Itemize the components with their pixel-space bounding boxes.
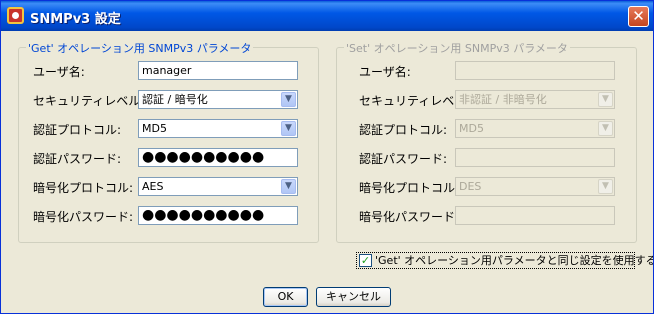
get-security-level-label: セキュリティレベル: (33, 94, 145, 108)
get-priv-protocol-select[interactable]: AES ▼ (138, 177, 298, 196)
set-username-input (455, 61, 615, 80)
set-auth-protocol-label: 認証プロトコル: (359, 123, 448, 137)
get-priv-protocol-value: AES (142, 180, 164, 193)
dropdown-arrow-icon: ▼ (598, 121, 613, 136)
get-auth-protocol-label: 認証プロトコル: (33, 123, 122, 137)
set-auth-protocol-select: MD5 ▼ (455, 119, 615, 138)
get-group-legend: 'Get' オペレーション用 SNMPv3 パラメータ (26, 40, 254, 56)
dropdown-arrow-icon: ▼ (598, 92, 613, 107)
snmpv3-settings-dialog: SNMPv3 設定 ✕ 'Get' オペレーション用 SNMPv3 パラメータ … (0, 0, 654, 314)
set-priv-password-label: 暗号化パスワード: (359, 210, 460, 224)
dropdown-arrow-icon[interactable]: ▼ (281, 121, 296, 136)
set-priv-password-input (455, 206, 615, 225)
get-security-level-value: 認証 / 暗号化 (142, 93, 208, 106)
set-security-level-select: 非認証 / 非暗号化 ▼ (455, 90, 615, 109)
same-settings-checkbox[interactable]: ✓ (359, 254, 372, 267)
ok-button[interactable]: OK (263, 287, 308, 307)
window-title: SNMPv3 設定 (30, 12, 121, 27)
get-auth-password-input[interactable]: ●●●●●●●●●● (138, 148, 298, 167)
close-icon: ✕ (632, 7, 645, 25)
dropdown-arrow-icon: ▼ (598, 179, 613, 194)
set-auth-password-label: 認証パスワード: (359, 152, 448, 166)
set-security-level-label: セキュリティレベル: (359, 94, 471, 108)
get-security-level-select[interactable]: 認証 / 暗号化 ▼ (138, 90, 298, 109)
get-username-label: ユーザ名: (33, 65, 85, 79)
set-priv-protocol-select: DES ▼ (455, 177, 615, 196)
get-username-input[interactable]: manager (138, 61, 298, 80)
close-button[interactable]: ✕ (628, 6, 649, 27)
get-priv-protocol-label: 暗号化プロトコル: (33, 181, 134, 195)
dropdown-arrow-icon[interactable]: ▼ (281, 92, 296, 107)
set-priv-protocol-value: DES (459, 180, 482, 193)
get-priv-password-input[interactable]: ●●●●●●●●●● (138, 206, 298, 225)
set-priv-protocol-label: 暗号化プロトコル: (359, 181, 460, 195)
set-auth-protocol-value: MD5 (459, 122, 484, 135)
app-icon (7, 7, 24, 24)
dropdown-arrow-icon[interactable]: ▼ (281, 179, 296, 194)
same-settings-option[interactable]: ✓ 'Get' オペレーション用パラメータと同じ設定を使用する(S) (356, 252, 653, 269)
set-auth-password-input (455, 148, 615, 167)
get-auth-protocol-select[interactable]: MD5 ▼ (138, 119, 298, 138)
title-bar[interactable]: SNMPv3 設定 ✕ (1, 1, 653, 31)
set-group-legend: 'Set' オペレーション用 SNMPv3 パラメータ (344, 40, 570, 56)
set-username-label: ユーザ名: (359, 65, 411, 79)
same-settings-label[interactable]: 'Get' オペレーション用パラメータと同じ設定を使用する(S) (375, 253, 653, 268)
get-auth-protocol-value: MD5 (142, 122, 167, 135)
get-priv-password-label: 暗号化パスワード: (33, 210, 134, 224)
get-auth-password-label: 認証パスワード: (33, 152, 122, 166)
set-security-level-value: 非認証 / 非暗号化 (459, 93, 547, 106)
cancel-button[interactable]: キャンセル (316, 287, 391, 307)
